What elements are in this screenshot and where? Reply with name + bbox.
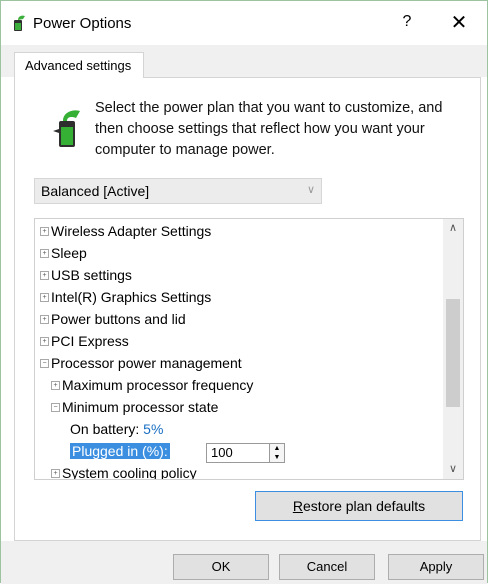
help-button[interactable]: ?: [399, 13, 415, 31]
expand-plus-icon[interactable]: +: [40, 226, 49, 236]
plugged-in-setting[interactable]: Plugged in (%):: [70, 441, 170, 461]
collapse-minus-icon[interactable]: −: [51, 402, 60, 412]
power-battery-icon: [49, 107, 85, 149]
tree-item-wireless-adapter[interactable]: + Wireless Adapter Settings: [40, 221, 211, 241]
stepper-down-icon[interactable]: ▼: [270, 453, 284, 462]
tree-item-pci-express[interactable]: + PCI Express: [40, 331, 129, 351]
power-options-app-icon: [10, 14, 28, 32]
restore-plan-defaults-button[interactable]: Restore plan defaults: [255, 491, 463, 521]
plan-description: Select the power plan that you want to c…: [95, 100, 443, 158]
scroll-down-icon[interactable]: ∨: [443, 462, 463, 475]
on-battery-label: On battery:: [70, 421, 140, 437]
expand-plus-icon[interactable]: +: [40, 248, 49, 258]
power-plan-dropdown[interactable]: Balanced [Active] ∨: [34, 178, 322, 204]
on-battery-value[interactable]: 5%: [143, 421, 163, 437]
plugged-in-input[interactable]: 100: [206, 443, 270, 463]
tree-item-intel-graphics[interactable]: + Intel(R) Graphics Settings: [40, 287, 211, 307]
close-button[interactable]: ✕: [449, 10, 469, 35]
expand-plus-icon[interactable]: +: [40, 270, 49, 280]
scroll-up-icon[interactable]: ∧: [443, 221, 463, 234]
on-battery-setting[interactable]: On battery: 5%: [70, 419, 163, 439]
cancel-button[interactable]: Cancel: [279, 554, 375, 580]
scrollbar-thumb[interactable]: [446, 299, 460, 407]
power-plan-value: Balanced [Active]: [41, 183, 150, 199]
stepper-buttons[interactable]: ▲ ▼: [269, 443, 285, 463]
title-bar: Power Options ? ✕: [1, 1, 487, 45]
expand-plus-icon[interactable]: +: [40, 314, 49, 324]
tree-item-processor-power-management[interactable]: − Processor power management: [40, 353, 242, 373]
tree-item-usb-settings[interactable]: + USB settings: [40, 265, 132, 285]
expand-plus-icon[interactable]: +: [40, 336, 49, 346]
chevron-down-icon: ∨: [306, 184, 315, 196]
plugged-in-label: Plugged in (%):: [70, 443, 170, 459]
ok-button[interactable]: OK: [173, 554, 269, 580]
tree-item-power-buttons-lid[interactable]: + Power buttons and lid: [40, 309, 186, 329]
expand-plus-icon[interactable]: +: [40, 292, 49, 302]
apply-button[interactable]: Apply: [388, 554, 484, 580]
plugged-in-stepper[interactable]: 100 ▲ ▼: [206, 443, 286, 463]
tab-advanced-settings[interactable]: Advanced settings: [14, 52, 144, 78]
tree-item-sleep[interactable]: + Sleep: [40, 243, 87, 263]
tree-item-system-cooling-policy[interactable]: + System cooling policy: [51, 463, 197, 479]
expand-plus-icon[interactable]: +: [51, 380, 60, 390]
settings-tree[interactable]: + Wireless Adapter Settings + Sleep + USB s…: [34, 218, 464, 480]
expand-plus-icon[interactable]: +: [51, 468, 60, 478]
collapse-minus-icon[interactable]: −: [40, 358, 49, 368]
tree-item-maximum-processor-frequency[interactable]: + Maximum processor frequency: [51, 375, 253, 395]
stepper-up-icon[interactable]: ▲: [270, 444, 284, 453]
tree-scrollbar[interactable]: ∧ ∨: [443, 219, 463, 479]
power-options-dialog: Power Options ? ✕ Advanced settings Sele…: [0, 0, 488, 584]
window-title: Power Options: [33, 15, 132, 32]
tree-item-minimum-processor-state[interactable]: − Minimum processor state: [51, 397, 218, 417]
